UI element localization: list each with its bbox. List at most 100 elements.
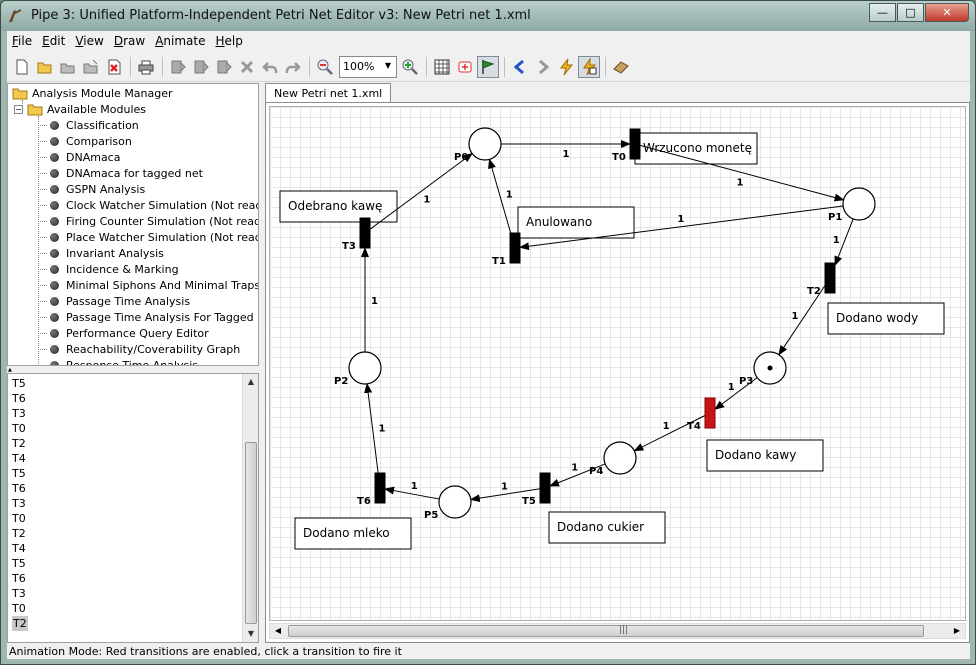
place[interactable]	[468, 127, 502, 161]
place[interactable]	[438, 485, 472, 519]
transition[interactable]	[629, 128, 641, 160]
module-bullet-icon	[50, 136, 59, 146]
arc-weight-label: 1	[571, 463, 578, 474]
transition[interactable]	[359, 217, 371, 249]
copy-button[interactable]	[190, 56, 212, 78]
random-fire-button[interactable]	[555, 56, 577, 78]
petri-net-diagram[interactable]: Wrzucono monetę Odebrano kawę Anulowano Dod…	[270, 107, 966, 621]
module-item[interactable]: GSPN Analysis	[38, 181, 145, 197]
transition[interactable]	[824, 262, 836, 294]
undo-button[interactable]	[259, 56, 281, 78]
tab-new-petri-net[interactable]: New Petri net 1.xml	[265, 83, 392, 103]
module-item[interactable]: Comparison	[38, 133, 132, 149]
scroll-left-icon[interactable]: ◀	[270, 624, 286, 638]
scroll-right-icon[interactable]: ▶	[949, 624, 965, 638]
history-item[interactable]: T0	[12, 421, 28, 436]
menu-help[interactable]: Help	[210, 34, 247, 48]
module-item[interactable]: Clock Watcher Simulation (Not ready)	[38, 197, 258, 213]
petri-net-canvas[interactable]: Wrzucono monetę Odebrano kawę Anulowano Dod…	[269, 106, 966, 621]
print-button[interactable]	[135, 56, 157, 78]
history-item[interactable]: T2	[12, 436, 28, 451]
module-item[interactable]: Firing Counter Simulation (Not ready)	[38, 213, 258, 229]
canvas-horizontal-scrollbar[interactable]: ◀ ||| ▶	[269, 623, 966, 639]
module-item[interactable]: Invariant Analysis	[38, 245, 164, 261]
menu-file[interactable]: File	[7, 34, 37, 48]
tree-folder-available-modules[interactable]: − Available Modules	[14, 101, 146, 117]
place[interactable]	[603, 441, 637, 475]
horizontal-splitter[interactable]: ▲▼	[7, 366, 259, 379]
zoom-combobox[interactable]: 100% ▼	[339, 55, 397, 78]
transition[interactable]	[704, 397, 716, 429]
history-item[interactable]: T3	[12, 406, 28, 421]
redo-button[interactable]	[282, 56, 304, 78]
history-item[interactable]: T6	[12, 391, 28, 406]
drag-button[interactable]	[454, 56, 476, 78]
menu-animate[interactable]: Animate	[150, 34, 210, 48]
step-back-button[interactable]	[509, 56, 531, 78]
zoom-out-button[interactable]	[314, 56, 336, 78]
place[interactable]	[348, 351, 382, 385]
chevron-down-icon[interactable]: ▼	[382, 61, 394, 73]
history-item[interactable]: T0	[12, 601, 28, 616]
module-item[interactable]: Minimal Siphons And Minimal Traps	[38, 277, 258, 293]
history-item[interactable]: T2	[12, 616, 28, 631]
cut-button[interactable]	[167, 56, 189, 78]
history-item[interactable]: T6	[12, 481, 28, 496]
history-item[interactable]: T4	[12, 451, 28, 466]
history-item[interactable]: T3	[12, 496, 28, 511]
scrollbar-thumb[interactable]: |||	[288, 625, 924, 637]
transition[interactable]	[509, 232, 521, 264]
annotation-text: Wrzucono monetę	[643, 141, 752, 155]
history-item[interactable]: T3	[12, 586, 28, 601]
module-item[interactable]: Response Time Analysis	[38, 357, 198, 365]
close-window-button[interactable]: ✕	[925, 3, 969, 22]
history-item[interactable]: T5	[12, 466, 28, 481]
toggle-grid-button[interactable]	[431, 56, 453, 78]
place[interactable]	[842, 187, 876, 221]
close-file-button[interactable]	[103, 56, 125, 78]
module-item[interactable]: Reachability/Coverability Graph	[38, 341, 240, 357]
step-forward-button[interactable]	[532, 56, 554, 78]
menu-draw[interactable]: Draw	[109, 34, 150, 48]
module-item[interactable]: Place Watcher Simulation (Not ready)	[38, 229, 258, 245]
maximize-button[interactable]: □	[897, 3, 924, 22]
history-item[interactable]: T5	[12, 376, 28, 391]
module-item[interactable]: DNAmaca	[38, 149, 120, 165]
history-item[interactable]: T4	[12, 541, 28, 556]
transition[interactable]	[374, 472, 386, 504]
animate-random-button[interactable]	[578, 55, 600, 78]
transition[interactable]	[539, 472, 551, 504]
new-file-button[interactable]	[11, 56, 33, 78]
tree-collapse-icon[interactable]: −	[14, 104, 23, 114]
menu-view[interactable]: View	[70, 34, 108, 48]
scroll-down-icon[interactable]: ▼	[243, 626, 258, 642]
module-bullet-icon	[50, 248, 59, 258]
module-item[interactable]: Passage Time Analysis	[38, 293, 190, 309]
module-item[interactable]: Passage Time Analysis For Tagged Net	[38, 309, 258, 325]
delete-button[interactable]	[236, 56, 258, 78]
history-item[interactable]: T6	[12, 571, 28, 586]
module-item[interactable]: Classification	[38, 117, 139, 133]
open-button[interactable]	[34, 56, 56, 78]
scrollbar-thumb[interactable]	[245, 442, 257, 624]
title-bar[interactable]: Pipe 3: Unified Platform-Independent Pet…	[1, 1, 975, 31]
scroll-up-icon[interactable]: ▲	[243, 374, 258, 390]
module-item[interactable]: Performance Query Editor	[38, 325, 209, 341]
zoom-in-button[interactable]	[399, 56, 421, 78]
arc-weight-label: 1	[677, 214, 684, 225]
menu-edit[interactable]: Edit	[37, 34, 70, 48]
animation-mode-button[interactable]	[477, 55, 499, 78]
module-item[interactable]: DNAmaca for tagged net	[38, 165, 203, 181]
save-button[interactable]	[57, 56, 79, 78]
save-as-button[interactable]	[80, 56, 102, 78]
eraser-button[interactable]	[610, 56, 632, 78]
paste-button[interactable]	[213, 56, 235, 78]
history-item[interactable]: T0	[12, 511, 28, 526]
arc[interactable]	[364, 382, 379, 474]
history-item[interactable]: T5	[12, 556, 28, 571]
minimize-button[interactable]: —	[869, 3, 896, 22]
tree-root[interactable]: Analysis Module Manager	[12, 85, 173, 101]
history-item[interactable]: T2	[12, 526, 28, 541]
history-vertical-scrollbar[interactable]: ▲ ▼	[242, 374, 258, 642]
module-item[interactable]: Incidence & Marking	[38, 261, 179, 277]
